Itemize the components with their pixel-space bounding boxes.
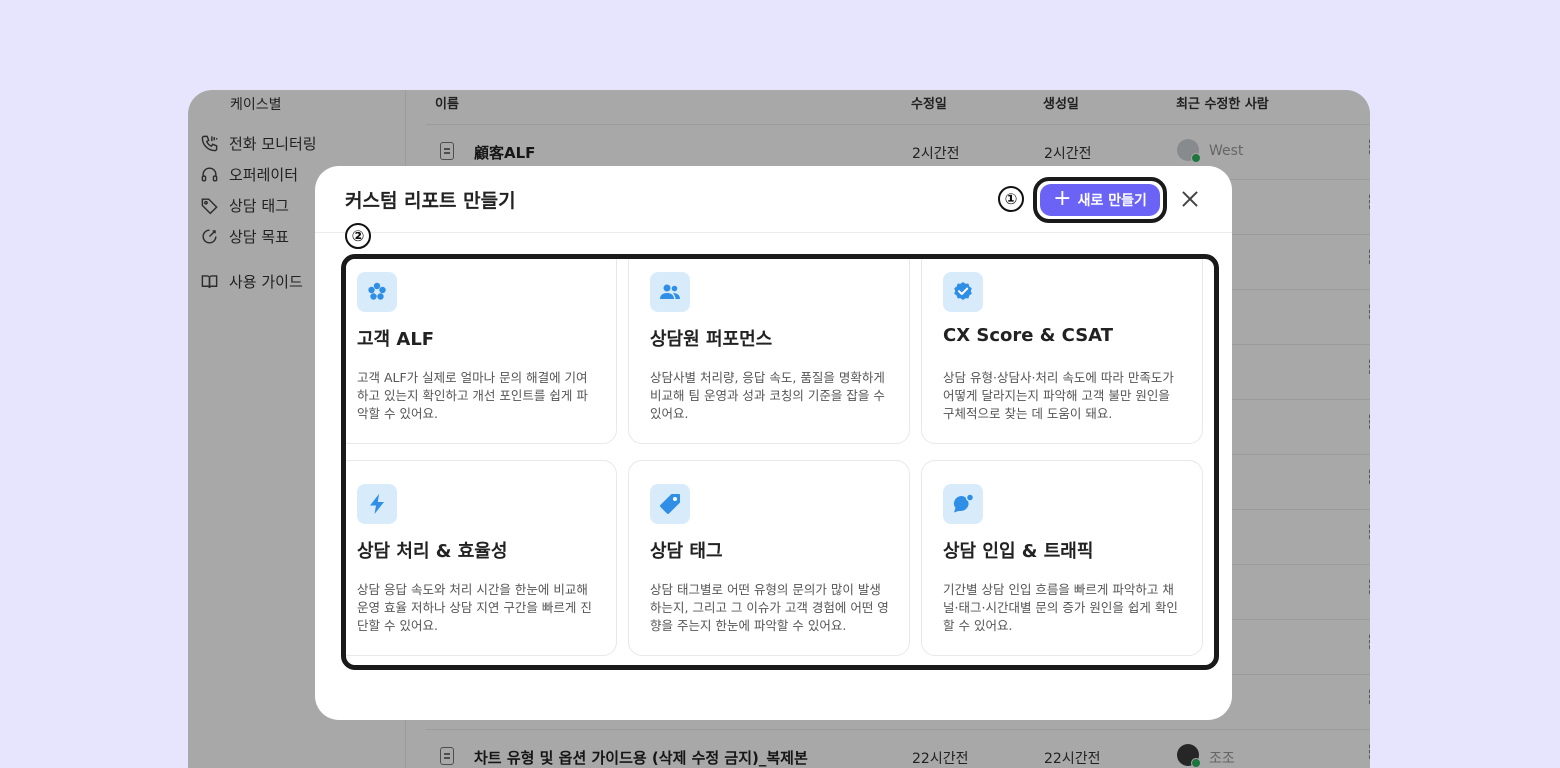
highlight-frame-new-button: + 새로 만들기 <box>1033 177 1167 223</box>
step-marker-2: ② <box>345 223 371 249</box>
card-title: 상담원 퍼포먼스 <box>650 329 773 350</box>
custom-report-modal: 커스텀 리포트 만들기 ① + 새로 만들기 ② 고객 ALF 고객 ALF가 … <box>315 166 1232 720</box>
card-description: 기간별 상담 인입 흐름을 빠르게 파악하고 채널·태그·시간대별 문의 증가 … <box>943 582 1178 633</box>
card-title: 상담 처리 & 효율성 <box>357 541 508 562</box>
chat-icon <box>943 484 983 524</box>
card-title: 상담 태그 <box>650 541 723 562</box>
step-marker-1: ① <box>998 186 1024 212</box>
template-card-cx-score-csat[interactable]: CX Score & CSAT 상담 유형·상담사·처리 속도에 따라 만족도가… <box>921 259 1203 444</box>
template-card-tags[interactable]: 상담 태그 상담 태그별로 어떤 유형의 문의가 많이 발생하는지, 그리고 그… <box>628 460 910 656</box>
template-card-inflow-traffic[interactable]: 상담 인입 & 트래픽 기간별 상담 인입 흐름을 빠르게 파악하고 채널·태그… <box>921 460 1203 656</box>
card-description: 상담 응답 속도와 처리 시간을 한눈에 비교해 운영 효율 저하나 상담 지연… <box>357 582 592 633</box>
card-title: CX Score & CSAT <box>943 325 1113 346</box>
card-description: 상담 태그별로 어떤 유형의 문의가 많이 발생하는지, 그리고 그 이슈가 고… <box>650 582 889 633</box>
card-description: 상담 유형·상담사·처리 속도에 따라 만족도가 어떻게 달라지는지 파악해 고… <box>943 370 1174 421</box>
plus-icon: + <box>1053 186 1072 211</box>
template-card-processing-efficiency[interactable]: 상담 처리 & 효율성 상담 응답 속도와 처리 시간을 한눈에 비교해 운영 … <box>346 460 617 656</box>
people-icon <box>650 272 690 312</box>
new-report-button-label: 새로 만들기 <box>1077 193 1147 209</box>
close-icon[interactable] <box>1179 188 1201 210</box>
tag-icon <box>650 484 690 524</box>
new-report-button[interactable]: + 새로 만들기 <box>1040 184 1160 216</box>
template-grid: 고객 ALF 고객 ALF가 실제로 얼마나 문의 해결에 기여하고 있는지 확… <box>341 254 1219 670</box>
divider <box>315 232 1232 233</box>
modal-title: 커스텀 리포트 만들기 <box>345 190 516 212</box>
card-title: 고객 ALF <box>357 329 435 350</box>
card-description: 고객 ALF가 실제로 얼마나 문의 해결에 기여하고 있는지 확인하고 개선 … <box>357 370 588 421</box>
template-card-customer-alf[interactable]: 고객 ALF 고객 ALF가 실제로 얼마나 문의 해결에 기여하고 있는지 확… <box>346 259 617 444</box>
verified-icon <box>943 272 983 312</box>
card-description: 상담사별 처리량, 응답 속도, 품질을 명확하게 비교해 팀 운영과 성과 코… <box>650 370 885 421</box>
lightning-icon <box>357 484 397 524</box>
card-title: 상담 인입 & 트래픽 <box>943 541 1094 562</box>
flower-icon <box>357 272 397 312</box>
template-card-agent-performance[interactable]: 상담원 퍼포먼스 상담사별 처리량, 응답 속도, 품질을 명확하게 비교해 팀… <box>628 259 910 444</box>
